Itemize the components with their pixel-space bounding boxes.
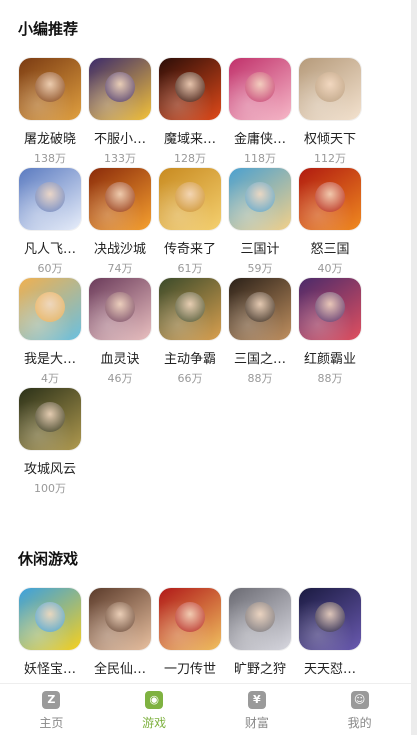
game-item[interactable]: 三国计 59万 [224, 168, 296, 278]
download-count: 138万 [34, 152, 66, 165]
game-item[interactable]: 全民仙… [84, 588, 156, 698]
tab-label: 主页 [39, 716, 64, 730]
game-item[interactable]: 我是大… 4万 [14, 278, 86, 388]
game-icon[interactable] [229, 168, 291, 230]
game-item[interactable]: 传奇来了 61万 [154, 168, 226, 278]
download-count: 133万 [104, 152, 136, 165]
game-icon[interactable] [229, 588, 291, 650]
download-count: 88万 [247, 372, 273, 385]
game-item[interactable]: 主动争霸 66万 [154, 278, 226, 388]
download-count: 112万 [314, 152, 346, 165]
game-name: 旷野之狩 [233, 662, 286, 677]
download-count: 59万 [247, 262, 273, 275]
game-name: 攻城风云 [23, 462, 76, 477]
game-icon[interactable] [89, 588, 151, 650]
game-icon[interactable] [19, 58, 81, 120]
home-icon: Z [42, 691, 61, 709]
game-icon[interactable] [19, 168, 81, 230]
download-count: 128万 [174, 152, 206, 165]
game-icon[interactable] [159, 58, 221, 120]
game-name: 传奇来了 [163, 242, 216, 257]
game-item[interactable]: 红颜霸业 88万 [294, 278, 366, 388]
section-title: 小编推荐 [18, 20, 79, 38]
scroll-rail[interactable] [411, 0, 417, 735]
bottom-tab-bar: Z 主页 ◉ 游戏 ¥ 财富 ☺ 我的 [0, 683, 411, 735]
game-item[interactable]: 天天怼… [294, 588, 366, 698]
game-name: 凡人飞… [23, 242, 76, 257]
game-name: 主动争霸 [163, 352, 216, 367]
game-name: 全民仙… [93, 662, 146, 677]
tab-label: 财富 [244, 716, 269, 730]
download-count: 4万 [41, 372, 59, 385]
game-name: 决战沙城 [93, 242, 146, 257]
game-item[interactable]: 权倾天下 112万 [294, 58, 366, 168]
game-name: 我是大… [23, 352, 76, 367]
game-icon[interactable] [19, 588, 81, 650]
game-item[interactable]: 旷野之狩 [224, 588, 296, 698]
game-item[interactable]: 妖怪宝… [14, 588, 86, 698]
gamepad-icon: ◉ [145, 691, 164, 709]
game-item[interactable]: 不服小… 133万 [84, 58, 156, 168]
tab-label: 游戏 [142, 716, 167, 730]
game-item[interactable]: 金庸侠… 118万 [224, 58, 296, 168]
game-item[interactable]: 怒三国 40万 [294, 168, 366, 278]
download-count: 40万 [317, 262, 343, 275]
download-count: 88万 [317, 372, 343, 385]
game-name: 屠龙破晓 [23, 132, 76, 147]
tab-label: 我的 [347, 716, 372, 730]
game-icon[interactable] [299, 58, 361, 120]
game-item[interactable]: 血灵诀 46万 [84, 278, 156, 388]
download-count: 46万 [107, 372, 133, 385]
game-icon[interactable] [159, 168, 221, 230]
game-name: 金庸侠… [233, 132, 286, 147]
game-item[interactable]: 决战沙城 74万 [84, 168, 156, 278]
game-name: 血灵诀 [100, 352, 140, 367]
download-count: 74万 [107, 262, 133, 275]
tab-gamepad[interactable]: ◉ 游戏 [103, 684, 206, 735]
game-item[interactable]: 三国之… 88万 [224, 278, 296, 388]
download-count: 100万 [34, 482, 66, 495]
game-icon[interactable] [229, 58, 291, 120]
tab-user[interactable]: ☺ 我的 [308, 684, 411, 735]
tab-money-bag[interactable]: ¥ 财富 [206, 684, 309, 735]
game-name: 一刀传世 [163, 662, 216, 677]
game-name: 权倾天下 [303, 132, 356, 147]
game-name: 不服小… [93, 132, 146, 147]
game-page: 小编推荐屠龙破晓 138万 不服小… 133万 魔域来… 128万 金庸侠… 118万 权倾天下… [0, 0, 411, 735]
game-name: 怒三国 [310, 242, 350, 257]
game-icon[interactable] [299, 278, 361, 340]
game-item[interactable]: 屠龙破晓 138万 [14, 58, 86, 168]
download-count: 60万 [37, 262, 63, 275]
game-icon[interactable] [19, 278, 81, 340]
game-icon[interactable] [19, 388, 81, 450]
game-icon[interactable] [89, 278, 151, 340]
game-icon[interactable] [299, 168, 361, 230]
game-name: 魔域来… [163, 132, 216, 147]
game-item[interactable]: 攻城风云 100万 [14, 388, 86, 498]
game-icon[interactable] [89, 168, 151, 230]
game-item[interactable]: 凡人飞… 60万 [14, 168, 86, 278]
download-count: 118万 [244, 152, 276, 165]
game-name: 天天怼… [303, 662, 356, 677]
user-icon: ☺ [350, 691, 369, 709]
tab-home[interactable]: Z 主页 [0, 684, 103, 735]
section-title: 休闲游戏 [18, 550, 79, 568]
money-bag-icon: ¥ [247, 691, 266, 709]
game-icon[interactable] [159, 588, 221, 650]
game-item[interactable]: 一刀传世 [154, 588, 226, 698]
game-icon[interactable] [229, 278, 291, 340]
game-icon[interactable] [299, 588, 361, 650]
download-count: 66万 [177, 372, 203, 385]
game-name: 三国计 [240, 242, 280, 257]
game-item[interactable]: 魔域来… 128万 [154, 58, 226, 168]
game-name: 三国之… [233, 352, 286, 367]
game-icon[interactable] [89, 58, 151, 120]
game-icon[interactable] [159, 278, 221, 340]
download-count: 61万 [177, 262, 203, 275]
game-name: 妖怪宝… [23, 662, 76, 677]
game-name: 红颜霸业 [303, 352, 356, 367]
